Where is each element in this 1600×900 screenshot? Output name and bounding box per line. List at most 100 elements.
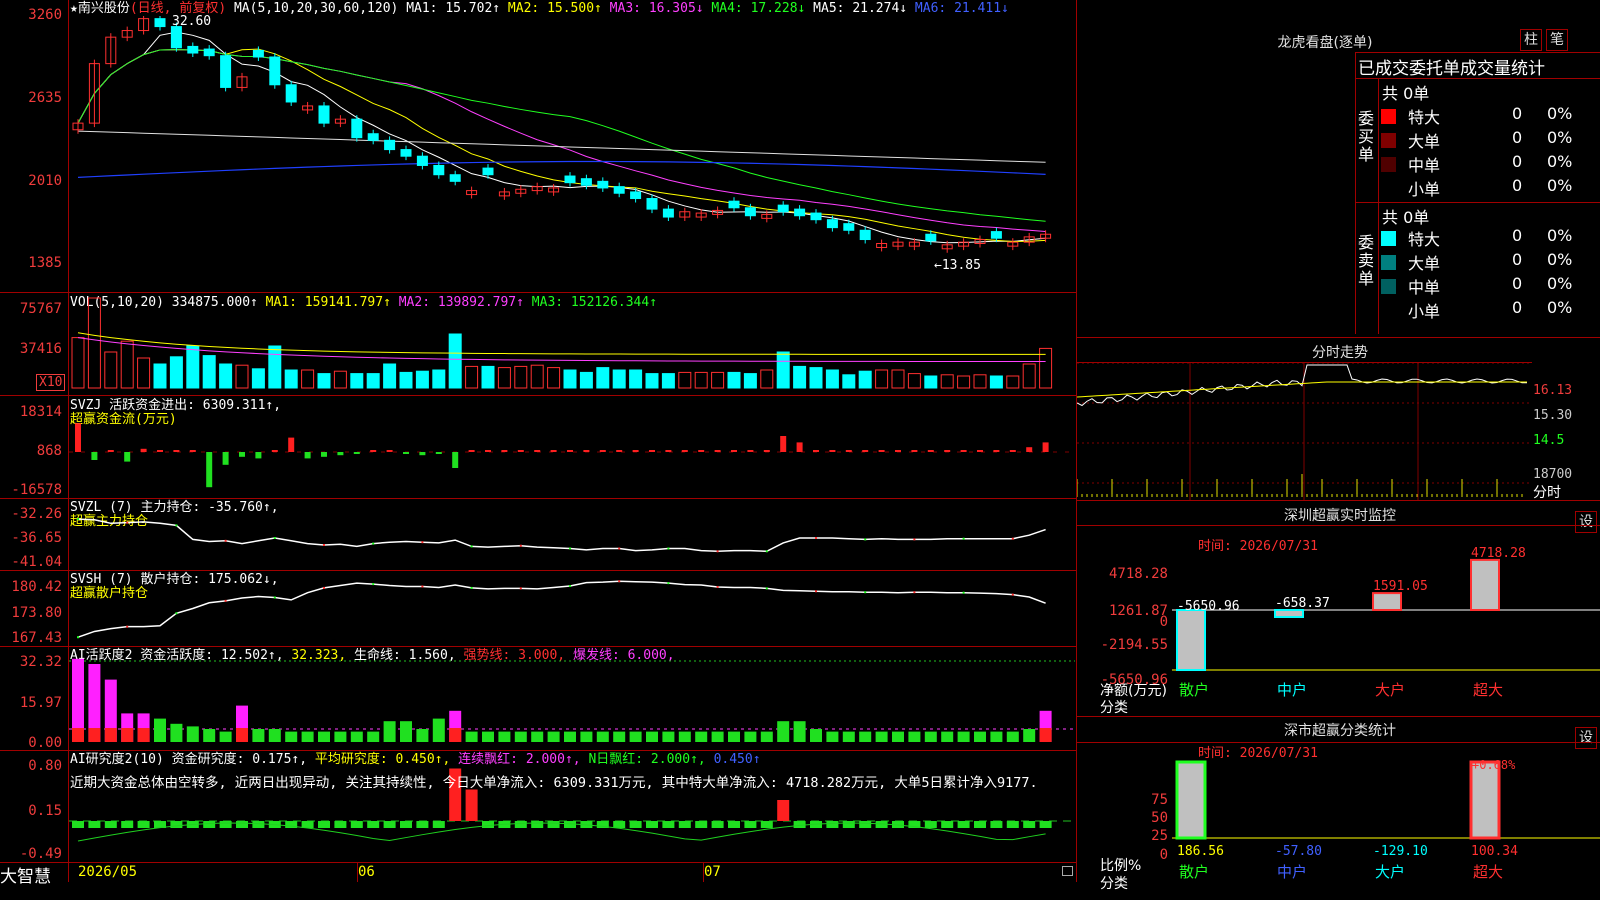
volume-chart[interactable] bbox=[69, 296, 1075, 395]
monitor-bar-value: 4718.28 bbox=[1471, 546, 1526, 561]
lhb-cell-p: 0% bbox=[1547, 298, 1573, 317]
monitor-bar-value: -658.37 bbox=[1275, 596, 1330, 611]
ma-value-6: MA6: 21.411↓ bbox=[907, 1, 1009, 16]
candle bbox=[170, 26, 182, 49]
activity-bar bbox=[990, 731, 1003, 742]
activity-bar bbox=[416, 729, 429, 742]
fund-flow-bar bbox=[353, 452, 360, 454]
ai2-axis-tick: 0.80 bbox=[28, 758, 62, 774]
volume-bar bbox=[399, 371, 413, 389]
category-axis: 75 bbox=[1151, 792, 1168, 808]
holding-dot bbox=[667, 547, 670, 550]
holding-dot bbox=[470, 545, 473, 548]
volume-bar bbox=[711, 371, 725, 389]
fund-flow-bar bbox=[189, 450, 196, 452]
holding-dot bbox=[175, 612, 178, 615]
holding-dot bbox=[273, 596, 276, 599]
ai-activity-chart[interactable] bbox=[69, 647, 1075, 750]
volume-bar bbox=[957, 375, 971, 389]
category-axis: 50 bbox=[1151, 810, 1168, 826]
activity-bar bbox=[629, 731, 642, 742]
lhb-cell-name: 小单 bbox=[1408, 180, 1441, 199]
fenshi-sep bbox=[1076, 337, 1600, 338]
date-label: 06 bbox=[358, 864, 375, 880]
fund-flow-bar bbox=[960, 450, 967, 452]
activity-bar bbox=[482, 731, 494, 742]
fund-flow-bar bbox=[616, 450, 623, 452]
activity-bar-base bbox=[104, 728, 117, 742]
ma-value-5: MA5: 21.274↓ bbox=[805, 1, 908, 16]
candle bbox=[564, 175, 576, 184]
monitor-settings-button[interactable]: 设 bbox=[1575, 511, 1597, 533]
activity-bar bbox=[810, 729, 822, 742]
price-line bbox=[1077, 364, 1528, 407]
lhb-cell-p: 0% bbox=[1547, 250, 1573, 269]
lhb-cell-name: 特大 bbox=[1408, 108, 1441, 127]
category-top-label: +0.68% bbox=[1472, 760, 1516, 772]
tab-tick-view[interactable]: 笔 bbox=[1546, 29, 1568, 51]
fund-flow-bar bbox=[222, 452, 229, 465]
lhb-cell-n: 0 bbox=[1512, 274, 1523, 293]
intraday-chart[interactable] bbox=[1077, 363, 1532, 500]
volume-bar bbox=[825, 369, 839, 389]
category-chart[interactable]: 186.56 散户 -57.80 中户 -129.10 大户 100.34 超大 +0.68% bbox=[1172, 760, 1600, 900]
candle bbox=[646, 198, 658, 210]
research-bar bbox=[383, 821, 396, 828]
lhb-sep bbox=[1355, 52, 1600, 53]
candle bbox=[597, 180, 609, 189]
lock-icon[interactable] bbox=[1062, 866, 1073, 876]
fund-flow-bar bbox=[206, 452, 213, 488]
candle bbox=[826, 219, 838, 229]
category-label: 超大 bbox=[1473, 863, 1503, 881]
vol-ma-line bbox=[77, 332, 1046, 355]
monitor-chart[interactable]: -5650.96 散户 -658.37 中户 1591.05 大户 4718.28 超大 bbox=[1172, 545, 1600, 715]
ma-value-2: MA2: 15.500↑ bbox=[500, 1, 602, 16]
lhb-sep bbox=[1355, 78, 1600, 79]
fenshi-axis: 14.5 bbox=[1533, 433, 1565, 448]
volume-bar bbox=[661, 373, 675, 389]
candle bbox=[810, 212, 822, 221]
ai2-axis-tick: 0.15 bbox=[28, 803, 62, 819]
buy-side-label: 委买单 bbox=[1358, 109, 1375, 164]
volume-bar bbox=[169, 356, 183, 389]
activity-bar bbox=[268, 729, 281, 742]
holding-dot bbox=[618, 547, 621, 550]
lhb-title: 龙虎看盘(逐单) bbox=[1277, 35, 1373, 51]
star-icon[interactable]: ★ bbox=[70, 1, 78, 16]
volume-bar bbox=[579, 371, 593, 389]
fund-flow-bar bbox=[419, 452, 426, 456]
ai-research-chart[interactable] bbox=[69, 751, 1075, 862]
category-settings-button[interactable]: 设 bbox=[1575, 727, 1597, 749]
svzl-chart[interactable] bbox=[69, 499, 1075, 570]
activity-bar bbox=[662, 731, 675, 742]
stock-name[interactable]: 南兴股份 bbox=[78, 1, 130, 16]
activity-bar bbox=[547, 731, 560, 742]
candle bbox=[744, 207, 756, 217]
svzj-chart[interactable] bbox=[69, 396, 1075, 498]
monitor-bar-value: 1591.05 bbox=[1373, 579, 1428, 594]
volume-bar bbox=[989, 375, 1003, 389]
candle bbox=[187, 45, 199, 54]
lhb-cell-n: 0 bbox=[1512, 128, 1523, 147]
volume-bar bbox=[858, 370, 872, 389]
research-bar bbox=[301, 821, 314, 828]
fund-flow-bar bbox=[124, 452, 131, 462]
activity-bar bbox=[531, 731, 544, 742]
fund-flow-bar bbox=[829, 450, 836, 452]
activity-bar bbox=[334, 731, 347, 742]
volume-bar bbox=[366, 373, 380, 389]
svsh-chart[interactable] bbox=[69, 571, 1075, 646]
activity-bar-base bbox=[72, 728, 84, 742]
activity-bar bbox=[564, 731, 576, 742]
holding-dot bbox=[273, 537, 276, 539]
research-bar bbox=[170, 821, 183, 828]
fund-flow-bar bbox=[813, 450, 819, 452]
research-bar bbox=[793, 821, 806, 828]
candlestick-chart[interactable] bbox=[69, 16, 1075, 292]
candle bbox=[990, 231, 1002, 239]
activity-bar bbox=[170, 723, 183, 742]
ai1-axis-tick: 15.97 bbox=[19, 695, 62, 711]
tab-bar-view[interactable]: 柱 bbox=[1520, 29, 1542, 51]
research-bar bbox=[121, 821, 134, 828]
fund-flow-bar bbox=[485, 450, 491, 452]
